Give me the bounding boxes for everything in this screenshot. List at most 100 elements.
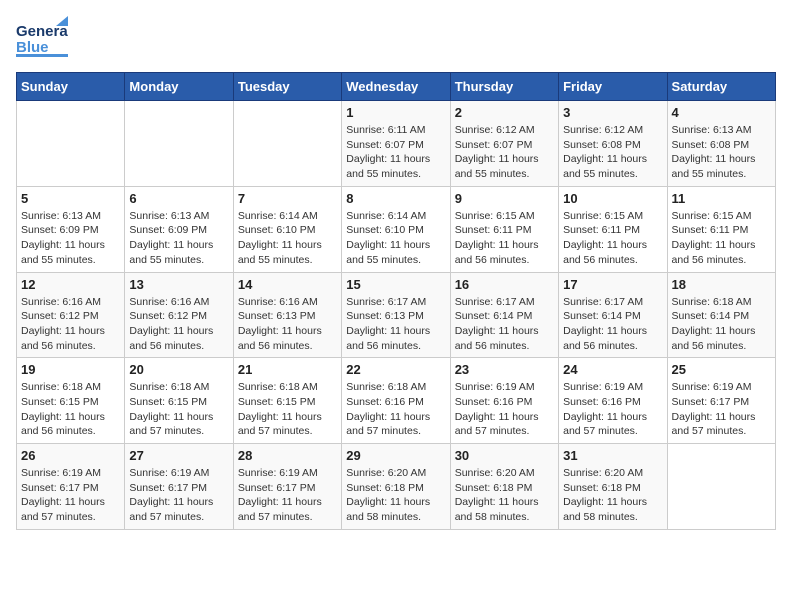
day-info: Sunrise: 6:18 AM Sunset: 6:14 PM Dayligh… [672, 295, 771, 354]
calendar-cell: 13 Sunrise: 6:16 AM Sunset: 6:12 PM Dayli… [125, 272, 233, 358]
weekday-header-saturday: Saturday [667, 73, 775, 101]
calendar-week-row: 26 Sunrise: 6:19 AM Sunset: 6:17 PM Dayli… [17, 444, 776, 530]
day-number: 14 [238, 277, 337, 292]
day-info: Sunrise: 6:13 AM Sunset: 6:09 PM Dayligh… [129, 209, 228, 268]
day-number: 27 [129, 448, 228, 463]
day-number: 1 [346, 105, 445, 120]
day-info: Sunrise: 6:19 AM Sunset: 6:17 PM Dayligh… [672, 380, 771, 439]
weekday-header-row: SundayMondayTuesdayWednesdayThursdayFrid… [17, 73, 776, 101]
calendar-cell [667, 444, 775, 530]
day-info: Sunrise: 6:19 AM Sunset: 6:16 PM Dayligh… [455, 380, 554, 439]
day-info: Sunrise: 6:12 AM Sunset: 6:07 PM Dayligh… [455, 123, 554, 182]
day-number: 26 [21, 448, 120, 463]
day-info: Sunrise: 6:17 AM Sunset: 6:14 PM Dayligh… [455, 295, 554, 354]
day-info: Sunrise: 6:18 AM Sunset: 6:15 PM Dayligh… [21, 380, 120, 439]
calendar-cell [125, 101, 233, 187]
day-info: Sunrise: 6:19 AM Sunset: 6:17 PM Dayligh… [238, 466, 337, 525]
day-info: Sunrise: 6:15 AM Sunset: 6:11 PM Dayligh… [672, 209, 771, 268]
calendar-cell: 22 Sunrise: 6:18 AM Sunset: 6:16 PM Dayli… [342, 358, 450, 444]
calendar-week-row: 5Sunrise: 6:13 AM Sunset: 6:09 PM Daylig… [17, 186, 776, 272]
day-number: 6 [129, 191, 228, 206]
calendar-cell: 11 Sunrise: 6:15 AM Sunset: 6:11 PM Dayli… [667, 186, 775, 272]
day-info: Sunrise: 6:19 AM Sunset: 6:17 PM Dayligh… [21, 466, 120, 525]
day-info: Sunrise: 6:15 AM Sunset: 6:11 PM Dayligh… [455, 209, 554, 268]
day-number: 23 [455, 362, 554, 377]
calendar-cell: 7Sunrise: 6:14 AM Sunset: 6:10 PM Daylig… [233, 186, 341, 272]
day-info: Sunrise: 6:20 AM Sunset: 6:18 PM Dayligh… [455, 466, 554, 525]
day-number: 10 [563, 191, 662, 206]
calendar-cell: 2 Sunrise: 6:12 AM Sunset: 6:07 PM Daylig… [450, 101, 558, 187]
calendar-cell: 26 Sunrise: 6:19 AM Sunset: 6:17 PM Dayli… [17, 444, 125, 530]
calendar-cell: 8 Sunrise: 6:14 AM Sunset: 6:10 PM Daylig… [342, 186, 450, 272]
calendar-cell: 20 Sunrise: 6:18 AM Sunset: 6:15 PM Dayli… [125, 358, 233, 444]
calendar-cell: 23 Sunrise: 6:19 AM Sunset: 6:16 PM Dayli… [450, 358, 558, 444]
day-number: 28 [238, 448, 337, 463]
calendar-cell [17, 101, 125, 187]
calendar-cell: 24Sunrise: 6:19 AM Sunset: 6:16 PM Dayli… [559, 358, 667, 444]
calendar-cell [233, 101, 341, 187]
day-info: Sunrise: 6:13 AM Sunset: 6:09 PM Dayligh… [21, 209, 120, 268]
day-number: 15 [346, 277, 445, 292]
day-number: 29 [346, 448, 445, 463]
calendar-cell: 27 Sunrise: 6:19 AM Sunset: 6:17 PM Dayli… [125, 444, 233, 530]
weekday-header-monday: Monday [125, 73, 233, 101]
calendar-cell: 28 Sunrise: 6:19 AM Sunset: 6:17 PM Dayli… [233, 444, 341, 530]
day-info: Sunrise: 6:17 AM Sunset: 6:14 PM Dayligh… [563, 295, 662, 354]
calendar-cell: 25 Sunrise: 6:19 AM Sunset: 6:17 PM Dayli… [667, 358, 775, 444]
calendar-cell: 16 Sunrise: 6:17 AM Sunset: 6:14 PM Dayli… [450, 272, 558, 358]
calendar-cell: 5Sunrise: 6:13 AM Sunset: 6:09 PM Daylig… [17, 186, 125, 272]
day-info: Sunrise: 6:16 AM Sunset: 6:12 PM Dayligh… [129, 295, 228, 354]
day-number: 30 [455, 448, 554, 463]
day-number: 17 [563, 277, 662, 292]
calendar-cell: 31Sunrise: 6:20 AM Sunset: 6:18 PM Dayli… [559, 444, 667, 530]
calendar-week-row: 1Sunrise: 6:11 AM Sunset: 6:07 PM Daylig… [17, 101, 776, 187]
weekday-header-tuesday: Tuesday [233, 73, 341, 101]
day-info: Sunrise: 6:13 AM Sunset: 6:08 PM Dayligh… [672, 123, 771, 182]
day-number: 13 [129, 277, 228, 292]
weekday-header-wednesday: Wednesday [342, 73, 450, 101]
page-header: General Blue [16, 16, 776, 60]
calendar-cell: 29 Sunrise: 6:20 AM Sunset: 6:18 PM Dayli… [342, 444, 450, 530]
day-number: 11 [672, 191, 771, 206]
calendar-week-row: 12 Sunrise: 6:16 AM Sunset: 6:12 PM Dayli… [17, 272, 776, 358]
day-info: Sunrise: 6:20 AM Sunset: 6:18 PM Dayligh… [346, 466, 445, 525]
day-number: 25 [672, 362, 771, 377]
day-number: 20 [129, 362, 228, 377]
day-number: 7 [238, 191, 337, 206]
day-info: Sunrise: 6:18 AM Sunset: 6:15 PM Dayligh… [238, 380, 337, 439]
logo-icon: General Blue [16, 16, 68, 60]
day-number: 16 [455, 277, 554, 292]
day-number: 22 [346, 362, 445, 377]
calendar-cell: 18 Sunrise: 6:18 AM Sunset: 6:14 PM Dayli… [667, 272, 775, 358]
calendar-table: SundayMondayTuesdayWednesdayThursdayFrid… [16, 72, 776, 530]
day-info: Sunrise: 6:19 AM Sunset: 6:17 PM Dayligh… [129, 466, 228, 525]
day-info: Sunrise: 6:12 AM Sunset: 6:08 PM Dayligh… [563, 123, 662, 182]
day-number: 31 [563, 448, 662, 463]
calendar-cell: 21Sunrise: 6:18 AM Sunset: 6:15 PM Dayli… [233, 358, 341, 444]
day-info: Sunrise: 6:16 AM Sunset: 6:12 PM Dayligh… [21, 295, 120, 354]
calendar-cell: 9 Sunrise: 6:15 AM Sunset: 6:11 PM Daylig… [450, 186, 558, 272]
calendar-cell: 14 Sunrise: 6:16 AM Sunset: 6:13 PM Dayli… [233, 272, 341, 358]
day-info: Sunrise: 6:16 AM Sunset: 6:13 PM Dayligh… [238, 295, 337, 354]
calendar-cell: 10 Sunrise: 6:15 AM Sunset: 6:11 PM Dayli… [559, 186, 667, 272]
day-info: Sunrise: 6:14 AM Sunset: 6:10 PM Dayligh… [346, 209, 445, 268]
day-number: 3 [563, 105, 662, 120]
calendar-cell: 4 Sunrise: 6:13 AM Sunset: 6:08 PM Daylig… [667, 101, 775, 187]
calendar-cell: 17 Sunrise: 6:17 AM Sunset: 6:14 PM Dayli… [559, 272, 667, 358]
day-number: 18 [672, 277, 771, 292]
day-info: Sunrise: 6:18 AM Sunset: 6:15 PM Dayligh… [129, 380, 228, 439]
calendar-cell: 3 Sunrise: 6:12 AM Sunset: 6:08 PM Daylig… [559, 101, 667, 187]
day-number: 4 [672, 105, 771, 120]
day-number: 2 [455, 105, 554, 120]
calendar-week-row: 19 Sunrise: 6:18 AM Sunset: 6:15 PM Dayli… [17, 358, 776, 444]
day-info: Sunrise: 6:15 AM Sunset: 6:11 PM Dayligh… [563, 209, 662, 268]
calendar-cell: 19 Sunrise: 6:18 AM Sunset: 6:15 PM Dayli… [17, 358, 125, 444]
day-number: 8 [346, 191, 445, 206]
calendar-cell: 15Sunrise: 6:17 AM Sunset: 6:13 PM Dayli… [342, 272, 450, 358]
day-info: Sunrise: 6:18 AM Sunset: 6:16 PM Dayligh… [346, 380, 445, 439]
calendar-cell: 1Sunrise: 6:11 AM Sunset: 6:07 PM Daylig… [342, 101, 450, 187]
day-number: 12 [21, 277, 120, 292]
weekday-header-thursday: Thursday [450, 73, 558, 101]
day-number: 9 [455, 191, 554, 206]
day-number: 19 [21, 362, 120, 377]
